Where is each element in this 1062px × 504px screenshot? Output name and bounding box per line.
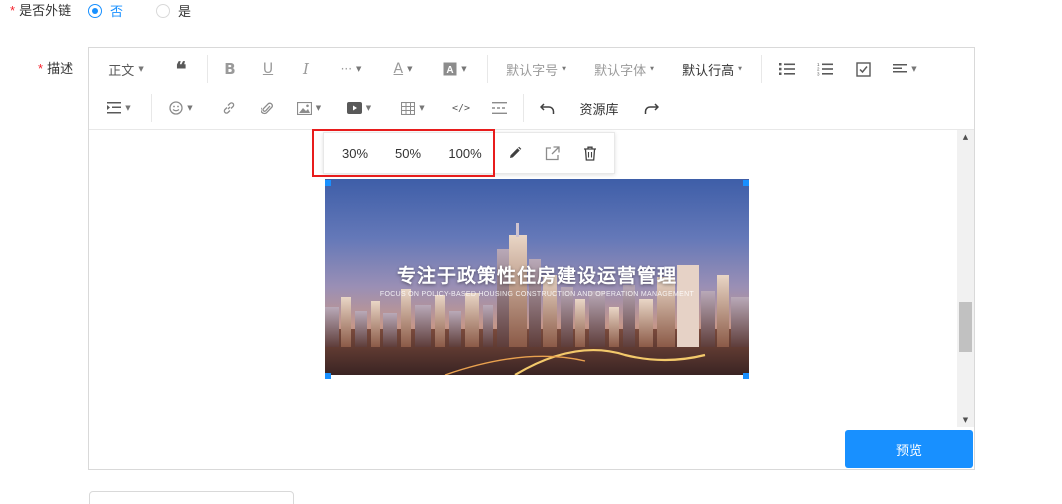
chevron-down-icon: ▼ bbox=[138, 65, 144, 73]
resize-handle-top-right[interactable] bbox=[743, 180, 749, 186]
chevron-down-icon: ▼ bbox=[911, 65, 917, 73]
size-options-highlight bbox=[312, 129, 495, 177]
required-mark: * bbox=[10, 3, 16, 18]
external-link-label: * 是否外链 bbox=[10, 0, 71, 19]
line-height-label: 默认行高 bbox=[682, 63, 735, 79]
edit-icon[interactable] bbox=[506, 144, 524, 162]
font-size-label: 默认字号 bbox=[506, 63, 559, 79]
link-icon[interactable] bbox=[219, 96, 239, 120]
resource-library-label: 资源库 bbox=[579, 102, 619, 118]
chevron-down-icon: ▼ bbox=[356, 65, 362, 73]
chevron-down-icon: ▼ bbox=[738, 66, 742, 72]
image-icon[interactable]: ▼ bbox=[295, 96, 323, 120]
font-family-select[interactable]: 默认字体 ▼ bbox=[591, 57, 657, 81]
toolbar-divider bbox=[151, 94, 152, 122]
italic-icon[interactable]: I bbox=[297, 57, 315, 81]
line-height-select[interactable]: 默认行高 ▼ bbox=[679, 57, 745, 81]
attachment-icon[interactable] bbox=[257, 96, 277, 120]
resize-handle-bottom-left[interactable] bbox=[325, 373, 331, 379]
chevron-down-icon: ▼ bbox=[407, 65, 413, 73]
resize-handle-bottom-right[interactable] bbox=[743, 373, 749, 379]
description-label-text: 描述 bbox=[47, 62, 74, 77]
video-icon[interactable]: ▼ bbox=[345, 96, 373, 120]
redo-icon[interactable] bbox=[641, 96, 661, 120]
font-color-glyph: A bbox=[393, 61, 404, 77]
table-icon[interactable]: ▼ bbox=[399, 96, 427, 120]
radio-no[interactable]: 否 bbox=[88, 1, 123, 20]
emoji-icon[interactable]: ▼ bbox=[167, 96, 195, 120]
chevron-down-icon: ▼ bbox=[187, 104, 193, 112]
radio-yes-dot[interactable] bbox=[156, 3, 170, 18]
bold-icon[interactable]: B bbox=[221, 57, 239, 81]
image-subtitle: FOCUS ON POLICY-BASED HOUSING CONSTRUCTI… bbox=[379, 291, 695, 298]
toolbar-divider bbox=[761, 55, 762, 83]
scroll-up-icon[interactable]: ▲ bbox=[957, 130, 974, 144]
required-mark: * bbox=[38, 61, 44, 76]
radio-yes-label: 是 bbox=[178, 5, 192, 20]
code-icon[interactable]: </> bbox=[451, 96, 471, 120]
embedded-image[interactable]: 专注于政策性住房建设运营管理 FOCUS ON POLICY-BASED HOU… bbox=[325, 179, 749, 375]
open-link-icon[interactable] bbox=[543, 144, 561, 162]
align-icon[interactable]: ▼ bbox=[891, 57, 919, 81]
radio-no-label: 否 bbox=[110, 5, 124, 20]
external-link-label-text: 是否外链 bbox=[19, 4, 72, 19]
numbered-list-icon[interactable]: 123 bbox=[815, 57, 835, 81]
font-family-label: 默认字体 bbox=[594, 63, 647, 79]
toolbar-divider bbox=[207, 55, 208, 83]
underline-icon[interactable]: U bbox=[259, 57, 277, 81]
todo-icon[interactable] bbox=[853, 57, 873, 81]
paragraph-select-label: 正文 bbox=[108, 63, 135, 79]
chevron-down-icon: ▼ bbox=[650, 66, 654, 72]
radio-no-dot[interactable] bbox=[88, 3, 102, 18]
quote-icon[interactable]: ❝ bbox=[171, 57, 191, 81]
more-icon[interactable]: ··· ▼ bbox=[337, 57, 365, 81]
next-field-input[interactable] bbox=[89, 491, 294, 504]
scroll-down-icon[interactable]: ▼ bbox=[957, 413, 974, 427]
editor-toolbar: 正文 ▼ ❝ B U I ··· ▼ A ▼ A ▼ 默认字号 ▼ 默认字体 ▼ 默认行高 ▼… bbox=[89, 48, 974, 130]
font-size-select[interactable]: 默认字号 ▼ bbox=[503, 57, 569, 81]
font-color-icon[interactable]: A ▼ bbox=[389, 57, 417, 81]
radio-yes[interactable]: 是 bbox=[156, 1, 191, 20]
resource-library-button[interactable]: 资源库 bbox=[575, 96, 623, 120]
bulleted-list-icon[interactable] bbox=[777, 57, 797, 81]
toolbar-divider bbox=[523, 94, 524, 122]
description-label: * 描述 bbox=[38, 58, 73, 77]
preview-button[interactable]: 预览 bbox=[845, 430, 973, 468]
toolbar-divider bbox=[487, 55, 488, 83]
background-color-icon[interactable]: A ▼ bbox=[441, 57, 469, 81]
delete-icon[interactable] bbox=[581, 144, 599, 162]
chevron-down-icon: ▼ bbox=[315, 104, 322, 112]
undo-icon[interactable] bbox=[537, 96, 557, 120]
chevron-down-icon: ▼ bbox=[125, 104, 131, 112]
paragraph-select[interactable]: 正文 ▼ bbox=[105, 57, 147, 81]
scrollbar-thumb[interactable] bbox=[959, 302, 972, 352]
svg-text:A: A bbox=[447, 65, 454, 76]
indent-icon[interactable]: ▼ bbox=[105, 96, 133, 120]
divider-icon[interactable] bbox=[489, 96, 509, 120]
resize-handle-top-left[interactable] bbox=[325, 180, 331, 186]
chevron-down-icon: ▼ bbox=[419, 104, 425, 112]
chevron-down-icon: ▼ bbox=[461, 65, 467, 73]
chevron-down-icon: ▼ bbox=[562, 66, 566, 72]
svg-text:3: 3 bbox=[817, 71, 820, 76]
chevron-down-icon: ▼ bbox=[365, 104, 372, 112]
editor-scrollbar[interactable]: ▲ ▼ bbox=[957, 130, 974, 427]
image-title: 专注于政策性住房建设运营管理 bbox=[396, 265, 677, 287]
